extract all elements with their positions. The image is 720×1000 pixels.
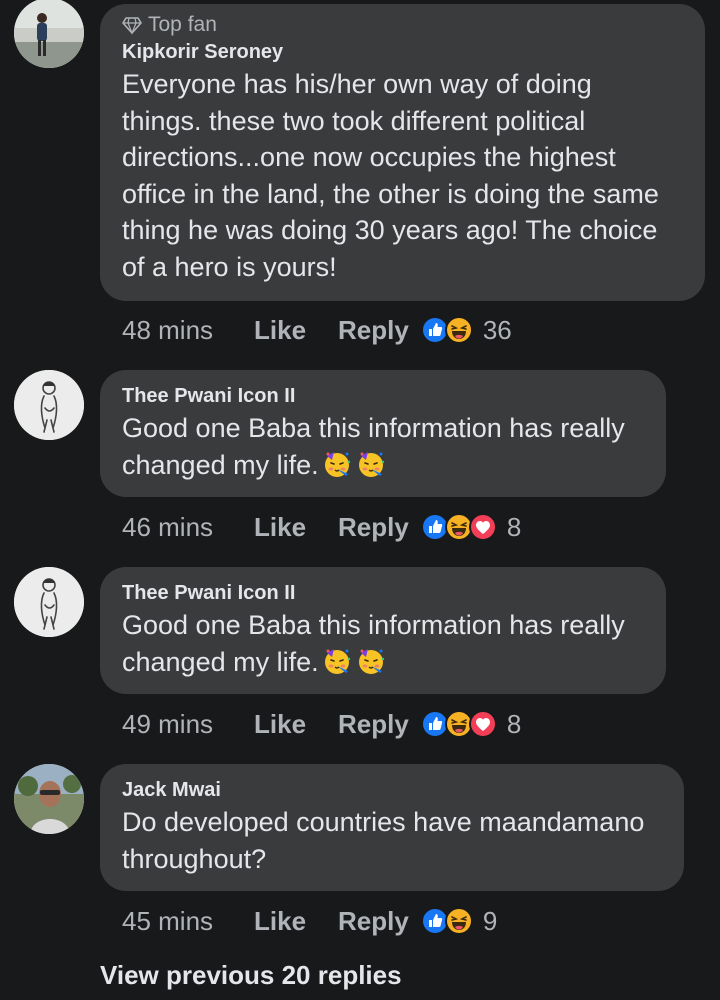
comment-line: things. these two took different politic…: [122, 105, 586, 136]
comment-actions: 49 mins Like Reply 8: [122, 704, 521, 744]
diamond-icon: [122, 17, 142, 35]
comment-line-text: changed my life.: [122, 646, 319, 677]
reactions-summary[interactable]: [420, 710, 497, 738]
comment-bubble: Thee Pwani Icon II Good one Baba this in…: [100, 370, 666, 497]
like-button[interactable]: Like: [254, 709, 338, 740]
haha-reaction-icon: [444, 907, 473, 935]
avatar[interactable]: [14, 370, 84, 440]
comment-author[interactable]: Jack Mwai: [122, 776, 662, 804]
comment-line: changed my life.: [122, 447, 644, 484]
reactions-summary[interactable]: [420, 513, 497, 541]
top-fan-badge: Top fan: [122, 12, 683, 38]
comment-line: throughout?: [122, 843, 267, 874]
comment-author[interactable]: Thee Pwani Icon II: [122, 579, 644, 607]
comment-line: Everyone has his/her own way of doing: [122, 69, 592, 99]
reaction-count[interactable]: 8: [507, 709, 521, 740]
comment-line: Good one Baba this information has reall…: [122, 610, 625, 640]
view-previous-replies-link[interactable]: View previous 20 replies: [100, 960, 402, 991]
haha-reaction-icon: [444, 316, 473, 344]
party-face-emoji: [355, 448, 387, 480]
like-button[interactable]: Like: [254, 315, 338, 346]
comment-line: Good one Baba this information has reall…: [122, 413, 625, 443]
party-face-emoji: [321, 645, 353, 677]
comment-bubble: Thee Pwani Icon II Good one Baba this in…: [100, 567, 666, 694]
reply-button[interactable]: Reply: [338, 512, 409, 543]
comments-thread: Top fan Kipkorir Seroney Everyone has hi…: [0, 0, 720, 1000]
comment-timestamp[interactable]: 45 mins: [122, 906, 254, 937]
party-face-emoji: [321, 448, 353, 480]
comment-line: office in the land, the other is doing t…: [122, 178, 659, 209]
reply-button[interactable]: Reply: [338, 709, 409, 740]
comment-text: Do developed countries have maandamano t…: [122, 804, 662, 877]
badge-label: Top fan: [148, 13, 217, 36]
comment-text: Good one Baba this information has reall…: [122, 410, 644, 483]
comment-timestamp[interactable]: 48 mins: [122, 315, 254, 346]
comment-actions: 46 mins Like Reply 8: [122, 507, 521, 547]
comment-line: thing he was doing 30 years ago! The cho…: [122, 215, 658, 245]
comment-line: directions...one now occupies the highes…: [122, 142, 616, 172]
reaction-count[interactable]: 36: [483, 315, 512, 346]
comment-line: of a hero is yours!: [122, 251, 337, 282]
comment-line-text: changed my life.: [122, 449, 319, 480]
comment-timestamp[interactable]: 46 mins: [122, 512, 254, 543]
reaction-count[interactable]: 9: [483, 906, 497, 937]
comment-actions: 48 mins Like Reply 36: [122, 310, 512, 350]
comment-text: Everyone has his/her own way of doing th…: [122, 66, 683, 285]
comment-timestamp[interactable]: 49 mins: [122, 709, 254, 740]
comment-actions: 45 mins Like Reply 9: [122, 901, 497, 941]
like-button[interactable]: Like: [254, 512, 338, 543]
comment-text: Good one Baba this information has reall…: [122, 607, 644, 680]
love-reaction-icon: [468, 710, 497, 738]
comment-author[interactable]: Kipkorir Seroney: [122, 38, 683, 66]
avatar[interactable]: [14, 0, 84, 68]
love-reaction-icon: [468, 513, 497, 541]
reply-button[interactable]: Reply: [338, 906, 409, 937]
like-button[interactable]: Like: [254, 906, 338, 937]
avatar[interactable]: [14, 764, 84, 834]
comment-bubble: Jack Mwai Do developed countries have ma…: [100, 764, 684, 891]
avatar[interactable]: [14, 567, 84, 637]
comment-bubble: Top fan Kipkorir Seroney Everyone has hi…: [100, 4, 705, 301]
reactions-summary[interactable]: [420, 907, 473, 935]
comment-line: changed my life.: [122, 644, 644, 681]
reply-button[interactable]: Reply: [338, 315, 409, 346]
reactions-summary[interactable]: [420, 316, 473, 344]
reaction-count[interactable]: 8: [507, 512, 521, 543]
party-face-emoji: [355, 645, 387, 677]
comment-author[interactable]: Thee Pwani Icon II: [122, 382, 644, 410]
comment-line: Do developed countries have maandamano: [122, 807, 645, 837]
